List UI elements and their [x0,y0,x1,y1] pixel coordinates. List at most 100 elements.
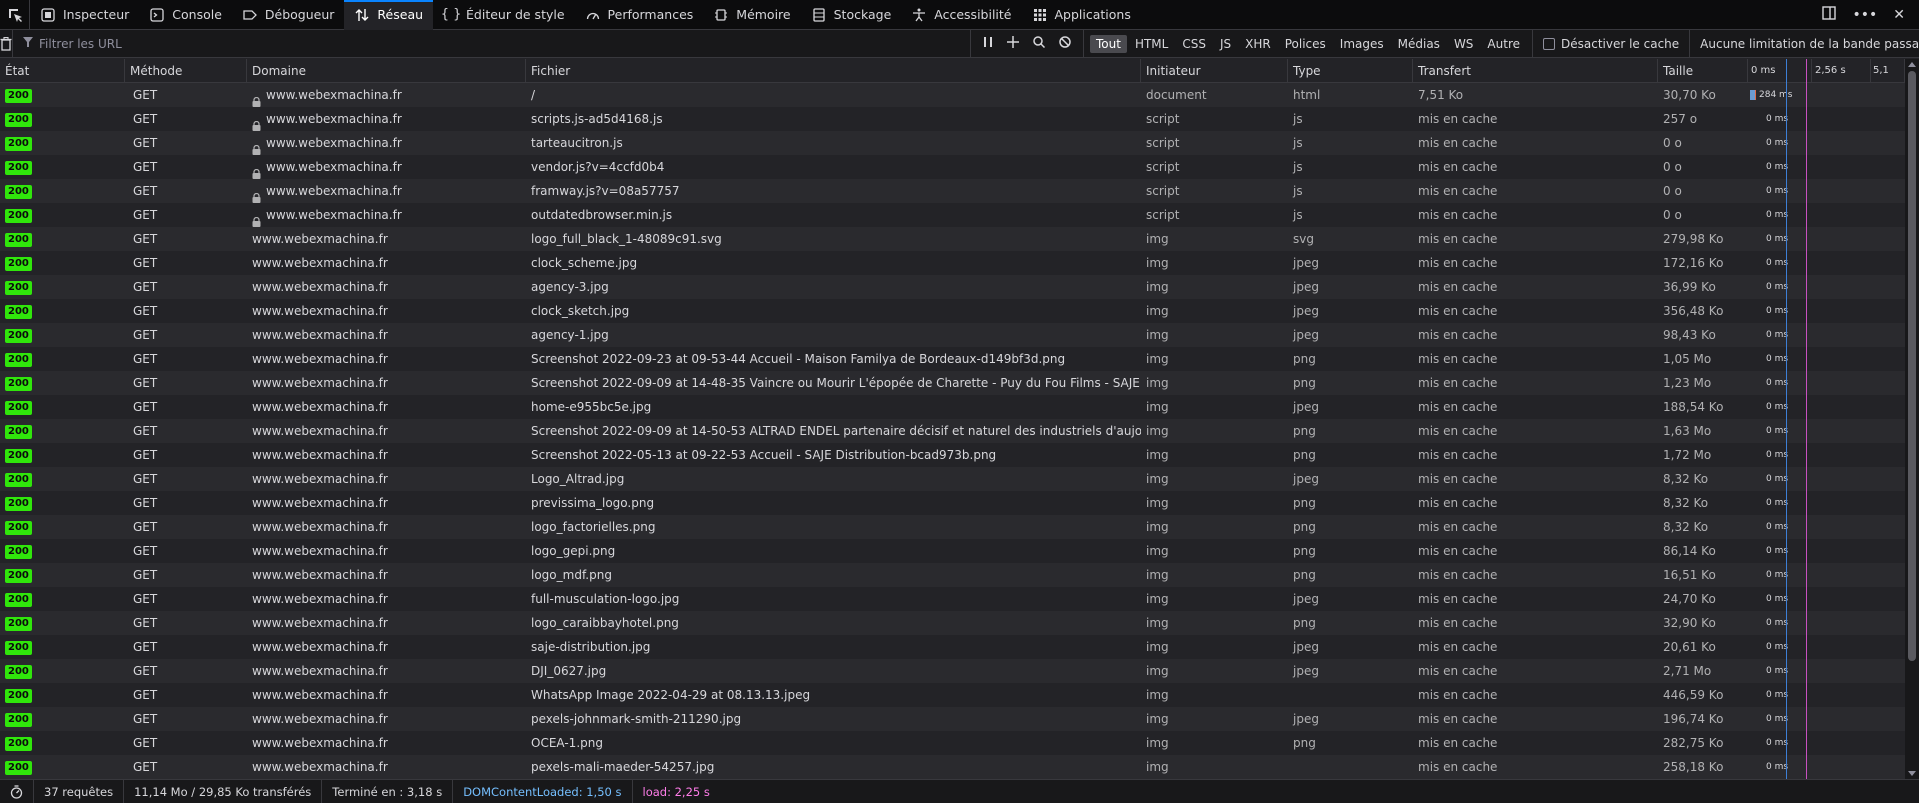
filter-type-polices[interactable]: Polices [1279,35,1332,53]
tab-inspector[interactable]: Inspecteur [30,0,139,30]
vertical-scrollbar[interactable] [1905,59,1919,779]
table-row[interactable]: 200 GET www.webexmachina.fr Screenshot 2022… [0,443,1905,467]
search-icon[interactable] [1033,36,1046,51]
add-icon[interactable] [1007,36,1019,51]
table-row[interactable]: 200 GET www.webexmachina.fr framway.js?v=08… [0,179,1905,203]
filter-type-images[interactable]: Images [1334,35,1390,53]
initiator-cell: img [1146,688,1169,702]
scroll-up-arrow[interactable] [1908,62,1916,67]
table-row[interactable]: 200 GET www.webexmachina.fr agency-3.jpg img… [0,275,1905,299]
more-options-icon[interactable]: ••• [1852,7,1877,23]
throttling-select[interactable]: Aucune limitation de la bande passante ⇕ [1690,30,1919,58]
column-status[interactable]: État [0,59,125,83]
filter-type-js[interactable]: JS [1214,35,1237,53]
table-row[interactable]: 200 GET www.webexmachina.fr logo_mdf.png img… [0,563,1905,587]
url-filter-input[interactable]: Filtrer les URL [13,29,971,58]
size-cell: 446,59 Ko [1663,688,1724,702]
type-cell: png [1293,448,1316,462]
column-file[interactable]: Fichier [526,59,1141,83]
table-row[interactable]: 200 GET www.webexmachina.fr Logo_Altrad.jpg… [0,467,1905,491]
table-row[interactable]: 200 GET www.webexmachina.fr pexels-johnmark… [0,707,1905,731]
filter-type-medias[interactable]: Médias [1392,35,1446,53]
table-row[interactable]: 200 GET www.webexmachina.fr pexels-mali-mae… [0,755,1905,779]
element-picker-button[interactable] [0,0,30,30]
tab-applications[interactable]: Applications [1022,0,1141,30]
initiator-cell: img [1146,424,1169,438]
filter-type-tout[interactable]: Tout [1090,34,1127,53]
status-cell: 200 [0,227,125,251]
column-method[interactable]: Méthode [125,59,247,83]
type-cell: jpeg [1293,640,1319,654]
status-cell: 200 [0,371,125,395]
domain-text: www.webexmachina.fr [252,232,388,246]
table-row[interactable]: 200 GET www.webexmachina.fr saje-distributi… [0,635,1905,659]
table-row[interactable]: 200 GET www.webexmachina.fr home-e955bc5e.j… [0,395,1905,419]
table-row[interactable]: 200 GET www.webexmachina.fr vendor.js?v=4cc… [0,155,1905,179]
filter-type-css[interactable]: CSS [1176,35,1212,53]
domain-cell: www.webexmachina.fr [247,707,526,731]
clear-button[interactable] [0,29,13,58]
scroll-down-arrow[interactable] [1908,771,1916,776]
disable-cache-toggle[interactable]: Désactiver le cache [1533,29,1691,58]
filter-type-xhr[interactable]: XHR [1239,35,1277,53]
table-row[interactable]: 200 GET www.webexmachina.fr logo_full_black… [0,227,1905,251]
type-cell: png [1293,544,1316,558]
table-row[interactable]: 200 GET www.webexmachina.fr Screenshot 2022… [0,347,1905,371]
table-row[interactable]: 200 GET www.webexmachina.fr logo_caraibbayh… [0,611,1905,635]
table-row[interactable]: 200 GET www.webexmachina.fr OCEA-1.png img pn… [0,731,1905,755]
column-waterfall[interactable]: 0 ms 2,56 s 5,1 [1748,59,1905,83]
column-size[interactable]: Taille [1658,59,1748,83]
waterfall-cell: 0 ms [1748,587,1905,611]
file-cell: clock_scheme.jpg [531,256,638,270]
close-icon[interactable]: ✕ [1893,7,1905,23]
tab-network[interactable]: Réseau [344,0,434,30]
waterfall-cell: 0 ms [1748,299,1905,323]
table-row[interactable]: 200 GET www.webexmachina.fr logo_factoriell… [0,515,1905,539]
file-cell: vendor.js?v=4ccfd0b4 [531,160,665,174]
tab-accessibility[interactable]: Accessibilité [901,0,1021,30]
table-row[interactable]: 200 GET www.webexmachina.fr / document html 7,… [0,83,1905,107]
tab-performance[interactable]: Performances [575,0,704,30]
block-icon[interactable] [1059,36,1071,51]
scrollbar-thumb[interactable] [1908,71,1916,661]
table-row[interactable]: 200 GET www.webexmachina.fr previssima_logo… [0,491,1905,515]
table-row[interactable]: 200 GET www.webexmachina.fr WhatsApp Image … [0,683,1905,707]
transfer-cell: mis en cache [1418,160,1498,174]
table-row[interactable]: 200 GET www.webexmachina.fr DJI_0627.jpg img… [0,659,1905,683]
tab-storage[interactable]: Stockage [801,0,902,30]
tab-console[interactable]: Console [139,0,232,30]
status-cell: 200 [0,467,125,491]
domain-text: www.webexmachina.fr [252,448,388,462]
table-row[interactable]: 200 GET www.webexmachina.fr outdatedbrowser… [0,203,1905,227]
filter-type-autre[interactable]: Autre [1481,35,1526,53]
disable-cache-checkbox[interactable] [1543,37,1555,50]
tab-style-editor[interactable]: { } Éditeur de style [433,0,575,30]
table-row[interactable]: 200 GET www.webexmachina.fr agency-1.jpg img… [0,323,1905,347]
table-row[interactable]: 200 GET www.webexmachina.fr logo_gepi.png im… [0,539,1905,563]
filter-type-html[interactable]: HTML [1129,35,1174,53]
column-transfer[interactable]: Transfert [1413,59,1658,83]
pause-icon[interactable] [983,36,993,51]
type-cell: js [1293,208,1303,222]
table-row[interactable]: 200 GET www.webexmachina.fr Screenshot 2022… [0,419,1905,443]
table-row[interactable]: 200 GET www.webexmachina.fr tarteaucitron.j… [0,131,1905,155]
table-row[interactable]: 200 GET www.webexmachina.fr scripts.js-ad5d… [0,107,1905,131]
tab-debugger[interactable]: Débogueur [232,0,345,30]
initiator-cell: img [1146,232,1169,246]
column-type[interactable]: Type [1288,59,1413,83]
filter-type-ws[interactable]: WS [1448,35,1479,53]
waterfall-cell: 0 ms [1748,635,1905,659]
column-domain[interactable]: Domaine [247,59,526,83]
table-row[interactable]: 200 GET www.webexmachina.fr clock_scheme.jp… [0,251,1905,275]
performance-analysis-button[interactable] [0,779,34,803]
table-row[interactable]: 200 GET www.webexmachina.fr full-musculatio… [0,587,1905,611]
table-row[interactable]: 200 GET www.webexmachina.fr clock_sketch.jp… [0,299,1905,323]
dock-icon[interactable] [1822,5,1837,24]
initiator-cell: img [1146,544,1169,558]
size-cell: 0 o [1663,184,1682,198]
tab-memory[interactable]: Mémoire [703,0,800,30]
transfer-cell: mis en cache [1418,712,1498,726]
table-row[interactable]: 200 GET www.webexmachina.fr Screenshot 2022… [0,371,1905,395]
initiator-cell: img [1146,400,1169,414]
column-initiator[interactable]: Initiateur [1141,59,1288,83]
